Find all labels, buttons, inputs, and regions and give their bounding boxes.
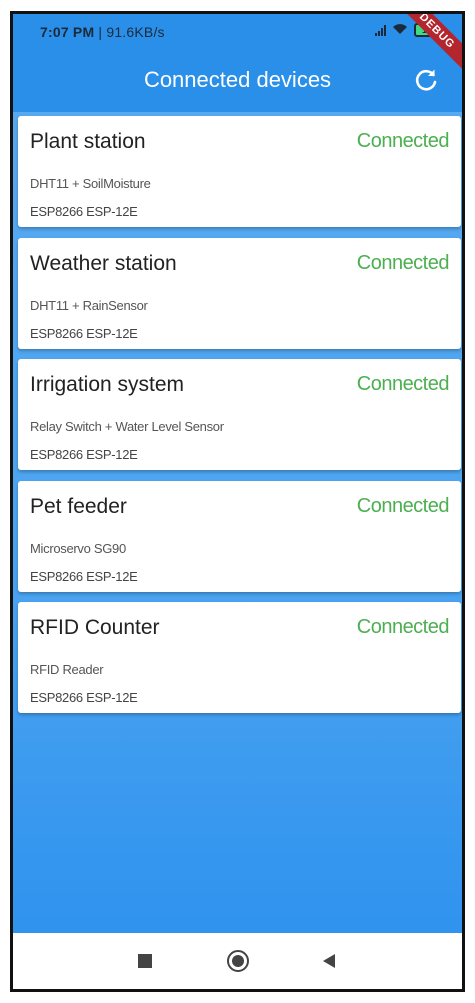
app-bar: Connected devices [13, 48, 462, 112]
device-sensor: Microservo SG90 [30, 540, 126, 556]
device-name: Weather station [30, 251, 177, 275]
device-status: Connected [356, 494, 450, 517]
device-name: RFID Counter [30, 616, 160, 639]
clock: 7:07 PM [40, 24, 95, 40]
device-sensor: Relay Switch + Water Level Sensor [30, 419, 224, 434]
refresh-icon[interactable] [412, 66, 440, 94]
device-card[interactable]: RFID Counter Connected RFID Reader ESP82… [18, 602, 461, 713]
device-card[interactable]: Plant station Connected DHT11 + SoilMois… [18, 116, 461, 227]
triangle-back-icon[interactable] [323, 954, 335, 968]
device-card[interactable]: Irrigation system Connected Relay Switch… [18, 359, 461, 470]
device-card[interactable]: Pet feeder Connected Microservo SG90 ESP… [18, 480, 461, 592]
device-board: ESP8266 ESP-12E [30, 325, 138, 341]
device-board: ESP8266 ESP-12E [30, 447, 138, 462]
device-sensor: DHT11 + SoilMoisture [30, 176, 151, 191]
signal-icon [375, 24, 386, 36]
device-board: ESP8266 ESP-12E [30, 204, 138, 219]
device-list: Plant station Connected DHT11 + SoilMois… [18, 116, 461, 724]
wifi-icon [392, 22, 408, 38]
device-sensor: DHT11 + RainSensor [30, 297, 148, 313]
device-status: Connected [356, 251, 450, 274]
system-nav-bar [13, 933, 462, 989]
device-board: ESP8266 ESP-12E [30, 690, 138, 705]
device-card[interactable]: Weather station Connected DHT11 + RainSe… [18, 237, 461, 349]
device-status: Connected [356, 373, 450, 395]
network-speed: | 91.6KB/s [94, 24, 165, 40]
page-title: Connected devices [143, 67, 332, 92]
circle-icon[interactable] [227, 950, 249, 972]
phone-screen: 7:07 PM | 91.6KB/s 15 Connected devices … [10, 11, 465, 992]
square-icon[interactable] [138, 954, 152, 968]
status-bar: 7:07 PM | 91.6KB/s 15 [13, 14, 462, 48]
device-name: Plant station [30, 130, 146, 153]
device-name: Irrigation system [30, 373, 185, 396]
device-status: Connected [356, 130, 450, 152]
device-status: Connected [356, 616, 450, 638]
status-time: 7:07 PM | 91.6KB/s [40, 24, 165, 40]
device-sensor: RFID Reader [30, 662, 104, 677]
device-board: ESP8266 ESP-12E [30, 568, 138, 584]
device-name: Pet feeder [30, 494, 127, 518]
